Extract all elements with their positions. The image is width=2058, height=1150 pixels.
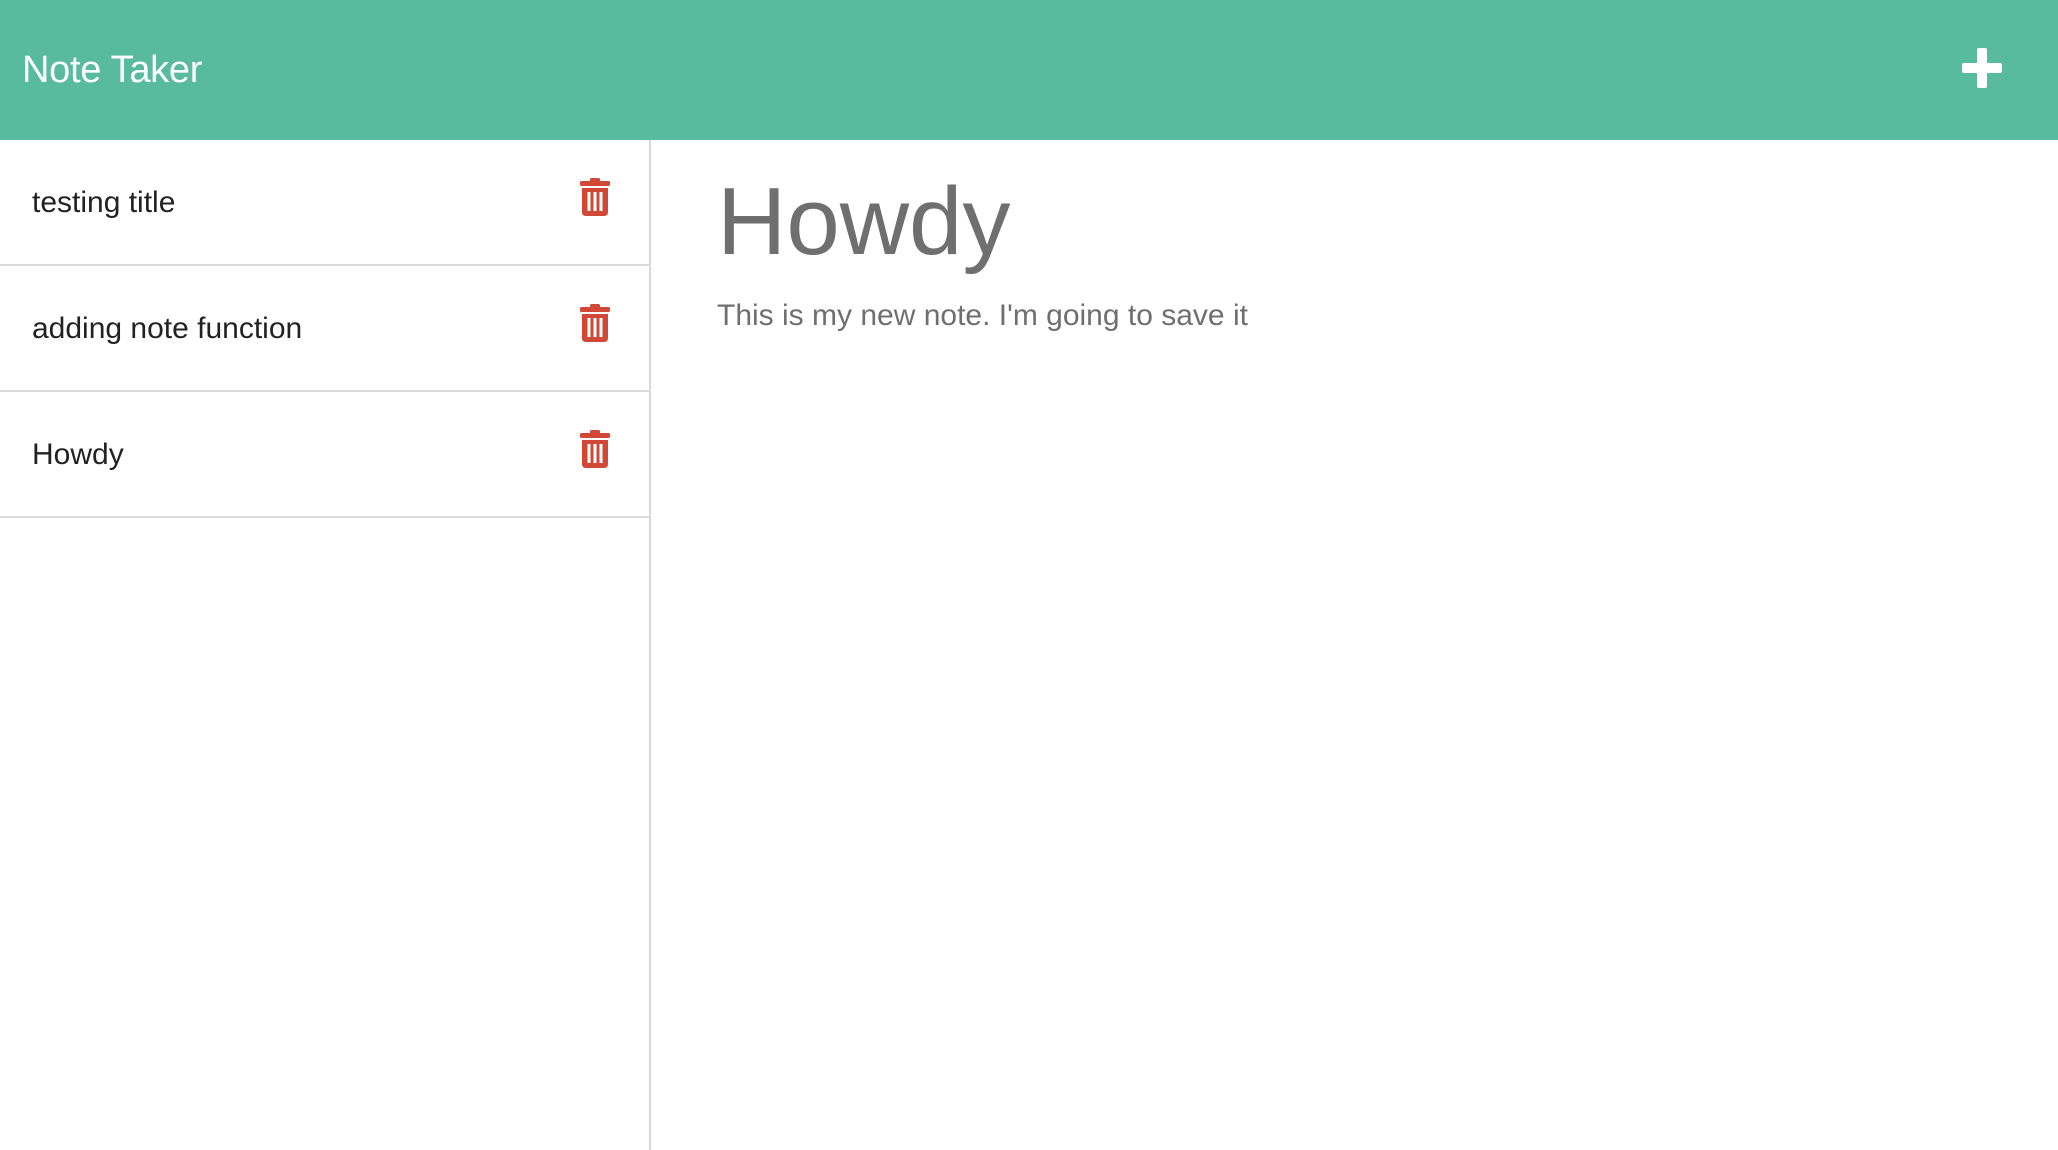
- note-item-title: Howdy: [32, 438, 124, 471]
- note-title-field[interactable]: Howdy: [717, 162, 1010, 282]
- new-note-button[interactable]: [1960, 46, 2004, 90]
- note-editor: Howdy This is my new note. I'm going to …: [653, 140, 2058, 1150]
- trash-icon[interactable]: [579, 304, 611, 342]
- note-item-title: testing title: [32, 186, 176, 219]
- note-text-area[interactable]: This is my new note. I'm going to save i…: [717, 296, 1248, 336]
- note-list: testing title adding note function Howdy: [0, 140, 649, 518]
- trash-icon[interactable]: [579, 430, 611, 468]
- list-item[interactable]: adding note function: [0, 266, 649, 392]
- plus-icon: [1962, 48, 2002, 88]
- brand-title[interactable]: Note Taker: [22, 46, 202, 94]
- list-item[interactable]: testing title: [0, 140, 649, 266]
- navbar: Note Taker: [0, 0, 2058, 140]
- note-item-title: adding note function: [32, 312, 303, 345]
- note-list-sidebar: testing title adding note function Howdy: [0, 140, 651, 1150]
- trash-icon[interactable]: [579, 178, 611, 216]
- list-item[interactable]: Howdy: [0, 392, 649, 518]
